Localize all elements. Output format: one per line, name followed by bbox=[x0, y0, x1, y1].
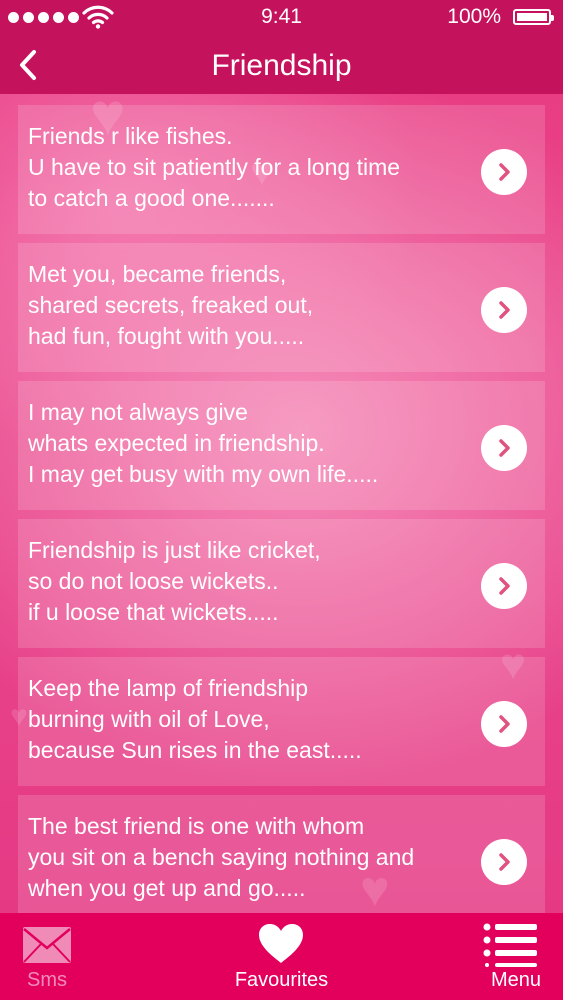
open-message-button[interactable] bbox=[481, 425, 527, 471]
tab-menu[interactable]: Menu bbox=[469, 913, 563, 1000]
chevron-right-icon bbox=[499, 715, 510, 733]
tab-bar: Sms Favourites Menu bbox=[0, 913, 563, 1000]
message-line: I may get busy with my own life..... bbox=[28, 461, 379, 487]
chevron-right-icon bbox=[499, 163, 510, 181]
open-message-button[interactable] bbox=[481, 839, 527, 885]
message-line: if u loose that wickets..... bbox=[28, 599, 279, 625]
message-list: Friends r like fishes. U have to sit pat… bbox=[18, 105, 545, 933]
tab-favourites-label: Favourites bbox=[234, 969, 329, 991]
message-text: Met you, became friends, shared secrets,… bbox=[28, 259, 468, 352]
list-item[interactable]: Friends r like fishes. U have to sit pat… bbox=[18, 105, 545, 234]
chevron-right-icon bbox=[499, 301, 510, 319]
message-text: I may not always give whats expected in … bbox=[28, 397, 468, 490]
chevron-right-icon bbox=[499, 577, 510, 595]
heart-icon bbox=[259, 924, 303, 963]
message-line: Friends r like fishes. bbox=[28, 123, 233, 149]
message-line: you sit on a bench saying nothing and bbox=[28, 844, 415, 870]
list-item[interactable]: Keep the lamp of friendship burning with… bbox=[18, 657, 545, 786]
list-item[interactable]: The best friend is one with whom you sit… bbox=[18, 795, 545, 924]
list-item[interactable]: I may not always give whats expected in … bbox=[18, 381, 545, 510]
message-line: The best friend is one with whom bbox=[28, 813, 365, 839]
chevron-right-icon bbox=[499, 439, 510, 457]
battery-icon bbox=[513, 9, 554, 25]
list-item[interactable]: Friendship is just like cricket, so do n… bbox=[18, 519, 545, 648]
message-line: whats expected in friendship. bbox=[28, 430, 325, 456]
message-line: had fun, fought with you..... bbox=[28, 323, 305, 349]
message-text: Friends r like fishes. U have to sit pat… bbox=[28, 121, 468, 214]
tab-menu-label: Menu bbox=[490, 969, 542, 991]
message-line: when you get up and go..... bbox=[28, 875, 306, 901]
message-line: so do not loose wickets.. bbox=[28, 568, 279, 594]
message-line: U have to sit patiently for a long time bbox=[28, 154, 401, 180]
message-line: because Sun rises in the east..... bbox=[28, 737, 362, 763]
navigation-bar: Friendship bbox=[0, 36, 563, 94]
message-text: The best friend is one with whom you sit… bbox=[28, 811, 468, 904]
message-line: to catch a good one....... bbox=[28, 185, 275, 211]
open-message-button[interactable] bbox=[481, 287, 527, 333]
message-text: Friendship is just like cricket, so do n… bbox=[28, 535, 468, 628]
status-bar: 9:41 100% bbox=[0, 0, 563, 36]
message-line: Met you, became friends, bbox=[28, 261, 287, 287]
page-title: Friendship bbox=[211, 49, 352, 82]
message-line: Friendship is just like cricket, bbox=[28, 537, 321, 563]
open-message-button[interactable] bbox=[481, 563, 527, 609]
open-message-button[interactable] bbox=[481, 701, 527, 747]
battery-percentage: 100% bbox=[447, 5, 501, 28]
message-line: burning with oil of Love, bbox=[28, 706, 270, 732]
envelope-icon bbox=[23, 927, 71, 963]
message-text: Keep the lamp of friendship burning with… bbox=[28, 673, 468, 766]
tab-favourites[interactable]: Favourites bbox=[200, 913, 363, 1000]
message-line: Keep the lamp of friendship bbox=[28, 675, 309, 701]
message-line: I may not always give bbox=[28, 399, 248, 425]
tab-sms[interactable]: Sms bbox=[0, 913, 94, 1000]
list-menu-icon bbox=[483, 923, 537, 967]
tab-sms-label: Sms bbox=[27, 969, 67, 991]
open-message-button[interactable] bbox=[481, 149, 527, 195]
chevron-right-icon bbox=[499, 853, 510, 871]
message-line: shared secrets, freaked out, bbox=[28, 292, 314, 318]
list-item[interactable]: Met you, became friends, shared secrets,… bbox=[18, 243, 545, 372]
